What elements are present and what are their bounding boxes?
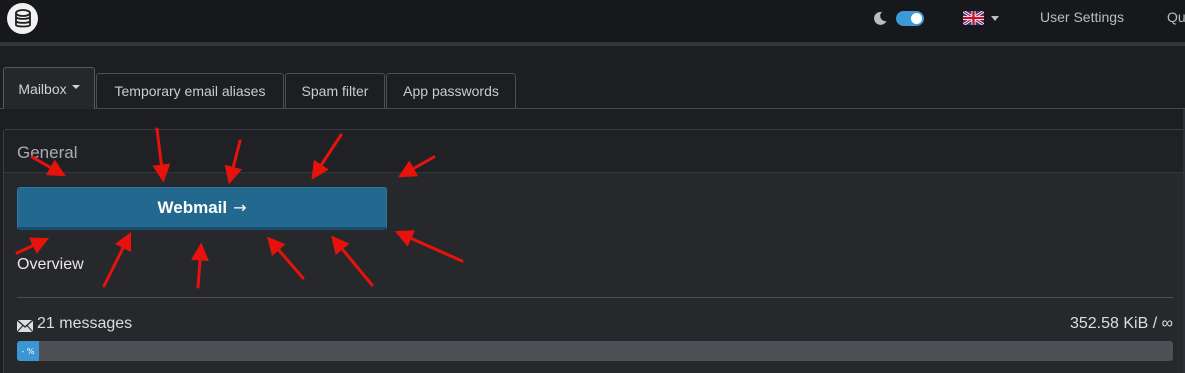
arrow-right-icon: →	[233, 198, 247, 217]
quota-progress-bar: - %	[17, 341, 1173, 361]
tab-mailbox-label: Mailbox	[18, 80, 67, 97]
top-navbar: User Settings Qu	[0, 0, 1185, 42]
tab-app-passwords-label: App passwords	[403, 83, 499, 99]
panel-title: General	[17, 143, 78, 162]
tab-temporary-email-aliases[interactable]: Temporary email aliases	[96, 73, 284, 108]
page: User Settings Qu Mailbox Temporary email…	[0, 0, 1185, 373]
quota-progress-fill: - %	[17, 341, 39, 361]
envelope-icon	[17, 320, 33, 332]
webmail-button[interactable]: Webmail →	[17, 187, 387, 230]
tab-app-passwords[interactable]: App passwords	[386, 73, 516, 108]
panel-header: General	[4, 130, 1185, 173]
webmail-button-label: Webmail	[157, 197, 228, 217]
tabs-baseline	[0, 108, 1185, 109]
tab-spam-filter-label: Spam filter	[301, 83, 369, 99]
overview-divider	[17, 297, 1173, 298]
chevron-down-icon	[71, 84, 80, 89]
toggle-knob	[911, 13, 922, 24]
language-dropdown-caret-icon[interactable]	[991, 16, 999, 21]
database-icon	[14, 8, 31, 27]
logo[interactable]	[7, 3, 38, 34]
message-count: 21 messages	[37, 315, 133, 332]
tab-mailbox[interactable]: Mailbox	[3, 67, 95, 109]
user-settings-link[interactable]: User Settings	[1040, 9, 1124, 25]
general-panel: General	[3, 129, 1185, 373]
tab-spam-filter[interactable]: Spam filter	[285, 73, 385, 108]
dark-mode-toggle[interactable]	[896, 11, 924, 26]
overview-heading: Overview	[17, 256, 84, 273]
truncated-nav-link[interactable]: Qu	[1167, 9, 1185, 25]
quota-progress-label: - %	[21, 346, 35, 356]
navbar-separator	[0, 42, 1185, 46]
moon-icon	[874, 11, 887, 25]
uk-flag-icon[interactable]	[963, 11, 984, 25]
quota-usage: 352.58 KiB / ∞	[1069, 315, 1173, 332]
tab-temporary-email-aliases-label: Temporary email aliases	[114, 83, 266, 99]
